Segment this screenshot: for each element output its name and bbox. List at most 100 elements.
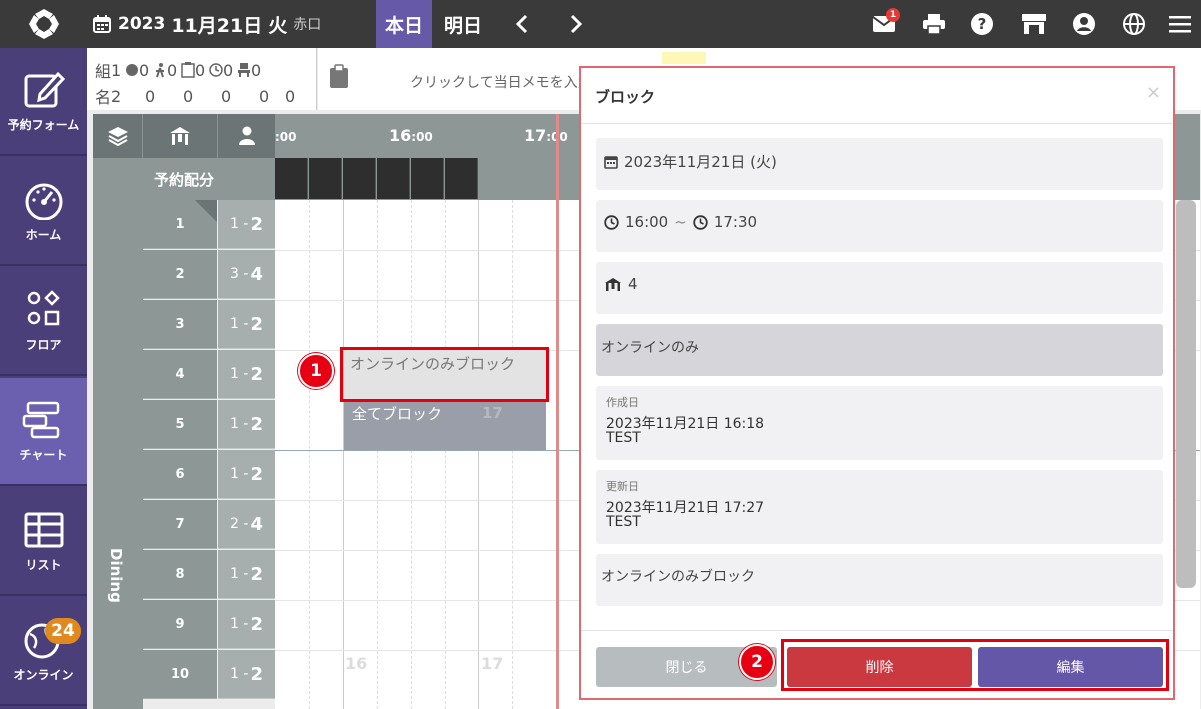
store-icon <box>1022 14 1046 34</box>
globe-small-icon <box>126 64 139 76</box>
table-capacity: 1 -2 <box>218 400 275 449</box>
table-capacity: 3 -4 <box>218 250 275 299</box>
clock-icon <box>693 214 708 230</box>
table-row[interactable]: 7 2 -4 <box>143 500 275 550</box>
table-number: 10 <box>143 650 217 699</box>
annotation-highlight-1 <box>340 347 549 402</box>
chevron-right-icon <box>570 14 583 34</box>
closed-slot <box>343 158 376 199</box>
layers-button[interactable] <box>93 114 143 158</box>
closed-slot <box>445 158 478 199</box>
clipboard-icon <box>181 62 195 78</box>
print-button[interactable] <box>916 0 952 48</box>
block-type: オンラインのみ <box>601 340 699 356</box>
block-time-to: 17:30 <box>713 213 758 231</box>
modal-header: ブロック × <box>581 68 1173 124</box>
table-row[interactable]: 2 3 -4 <box>143 250 275 300</box>
table-row[interactable]: 10 1 -2 <box>143 650 275 700</box>
next-day-button[interactable] <box>558 0 594 48</box>
table-number: 2 <box>143 250 217 299</box>
person-icon <box>238 126 255 145</box>
table-row[interactable]: 1 1 -2 <box>143 200 275 250</box>
updated-label: 更新日 <box>606 480 639 493</box>
all-block[interactable]: 全てブロック 17 <box>344 400 546 450</box>
chart-blocks-icon <box>22 401 59 438</box>
sidebar-item-home[interactable]: ホーム <box>0 158 87 266</box>
date-rokuyo: 赤口 <box>293 17 322 33</box>
table-capacity: 1 -2 <box>218 650 275 699</box>
globe-icon <box>1123 13 1145 35</box>
table-furniture-icon <box>170 127 190 145</box>
store-button[interactable] <box>1016 0 1052 48</box>
table-row[interactable]: 9 1 -2 <box>143 600 275 650</box>
seated-icon <box>238 63 251 77</box>
time-label: 17:00 <box>524 126 568 145</box>
updated-field: 更新日 2023年11月21日 17:27 TEST <box>596 470 1163 544</box>
grid-header <box>93 114 275 158</box>
table-number: 4 <box>143 350 217 399</box>
edit-icon <box>24 71 65 107</box>
all-block-ghost-hour: 17 <box>482 404 503 422</box>
block-table-number: 4 <box>628 275 638 293</box>
table-sort-button[interactable] <box>143 114 218 158</box>
table-row[interactable]: 3 1 -2 <box>143 300 275 350</box>
table-icon <box>24 512 63 547</box>
mail-button[interactable]: 1 <box>866 0 902 48</box>
memo-highlight <box>662 52 706 64</box>
block-date-field: 2023年11月21日 (火) <box>596 138 1163 190</box>
date-display[interactable]: 2023 11月21日 火 赤口 <box>92 0 321 48</box>
modal-title: ブロック <box>595 88 656 106</box>
closed-slot <box>275 158 308 199</box>
block-note-field: オンラインのみブロック <box>596 554 1163 606</box>
sidebar-item-list[interactable]: リスト <box>0 488 87 596</box>
date-year: 2023 <box>118 14 166 34</box>
time-label: 16:00 <box>389 126 433 145</box>
sidebar-item-online[interactable]: 24 オンライン <box>0 598 87 706</box>
floor-shapes-icon <box>27 289 60 325</box>
block-detail-modal: ブロック × 2023年11月21日 (火) 16:00 ~ 17:30 4 オ… <box>579 66 1175 700</box>
today-button[interactable]: 本日 <box>376 0 432 48</box>
closed-slot <box>377 158 410 199</box>
updated-by: TEST <box>606 514 641 530</box>
table-capacity: 1 -2 <box>218 200 275 249</box>
svg-text:?: ? <box>978 15 987 33</box>
table-number: 5 <box>143 400 217 449</box>
language-button[interactable] <box>1116 0 1152 48</box>
stats-groups-row: 組 1 0 0 0 0 0 <box>95 58 261 82</box>
vertical-scrollbar[interactable] <box>1176 200 1196 588</box>
help-button[interactable]: ? <box>964 0 1000 48</box>
online-count-badge: 24 <box>45 618 81 644</box>
corner-fold-icon <box>195 200 217 222</box>
modal-close-icon[interactable]: × <box>1146 82 1161 103</box>
faint-hour-label: 17 <box>481 654 504 673</box>
stats-people-label: 名 <box>95 88 112 107</box>
table-row[interactable]: 8 1 -2 <box>143 550 275 600</box>
table-number: 9 <box>143 600 217 649</box>
stats-people-row: 名 2 0 0 0 0 0 <box>95 84 295 108</box>
block-date: 2023年11月21日 (火) <box>624 153 777 171</box>
block-note: オンラインのみブロック <box>601 569 755 585</box>
reservation-stats: 組 1 0 0 0 0 0 名 2 0 0 0 0 0 <box>87 48 317 110</box>
account-button[interactable] <box>1066 0 1102 48</box>
capacity-sort-button[interactable] <box>218 114 275 158</box>
sidebar-item-chart[interactable]: チャート <box>0 378 87 486</box>
created-by: TEST <box>606 430 641 446</box>
table-row[interactable]: 6 1 -2 <box>143 450 275 500</box>
sidebar-item-label: ホーム <box>25 227 62 242</box>
created-label: 作成日 <box>606 396 639 409</box>
sidebar-item-floor[interactable]: フロア <box>0 268 87 376</box>
tomorrow-button[interactable]: 明日 <box>436 0 490 48</box>
closed-slot <box>411 158 444 199</box>
table-furniture-icon <box>605 277 621 291</box>
table-row[interactable]: 4 1 -2 <box>143 350 275 400</box>
prev-day-button[interactable] <box>504 0 540 48</box>
table-number: 8 <box>143 550 217 599</box>
menu-button[interactable] <box>1162 0 1198 48</box>
mail-badge: 1 <box>886 8 900 22</box>
created-field: 作成日 2023年11月21日 16:18 TEST <box>596 386 1163 460</box>
sidebar-item-label: リスト <box>25 557 62 572</box>
memo-placeholder: クリックして当日メモを入力 <box>410 75 592 91</box>
sidebar-item-reservation-form[interactable]: 予約フォーム <box>0 48 87 156</box>
app-logo[interactable] <box>0 0 87 48</box>
table-row[interactable]: 5 1 -2 <box>143 400 275 450</box>
